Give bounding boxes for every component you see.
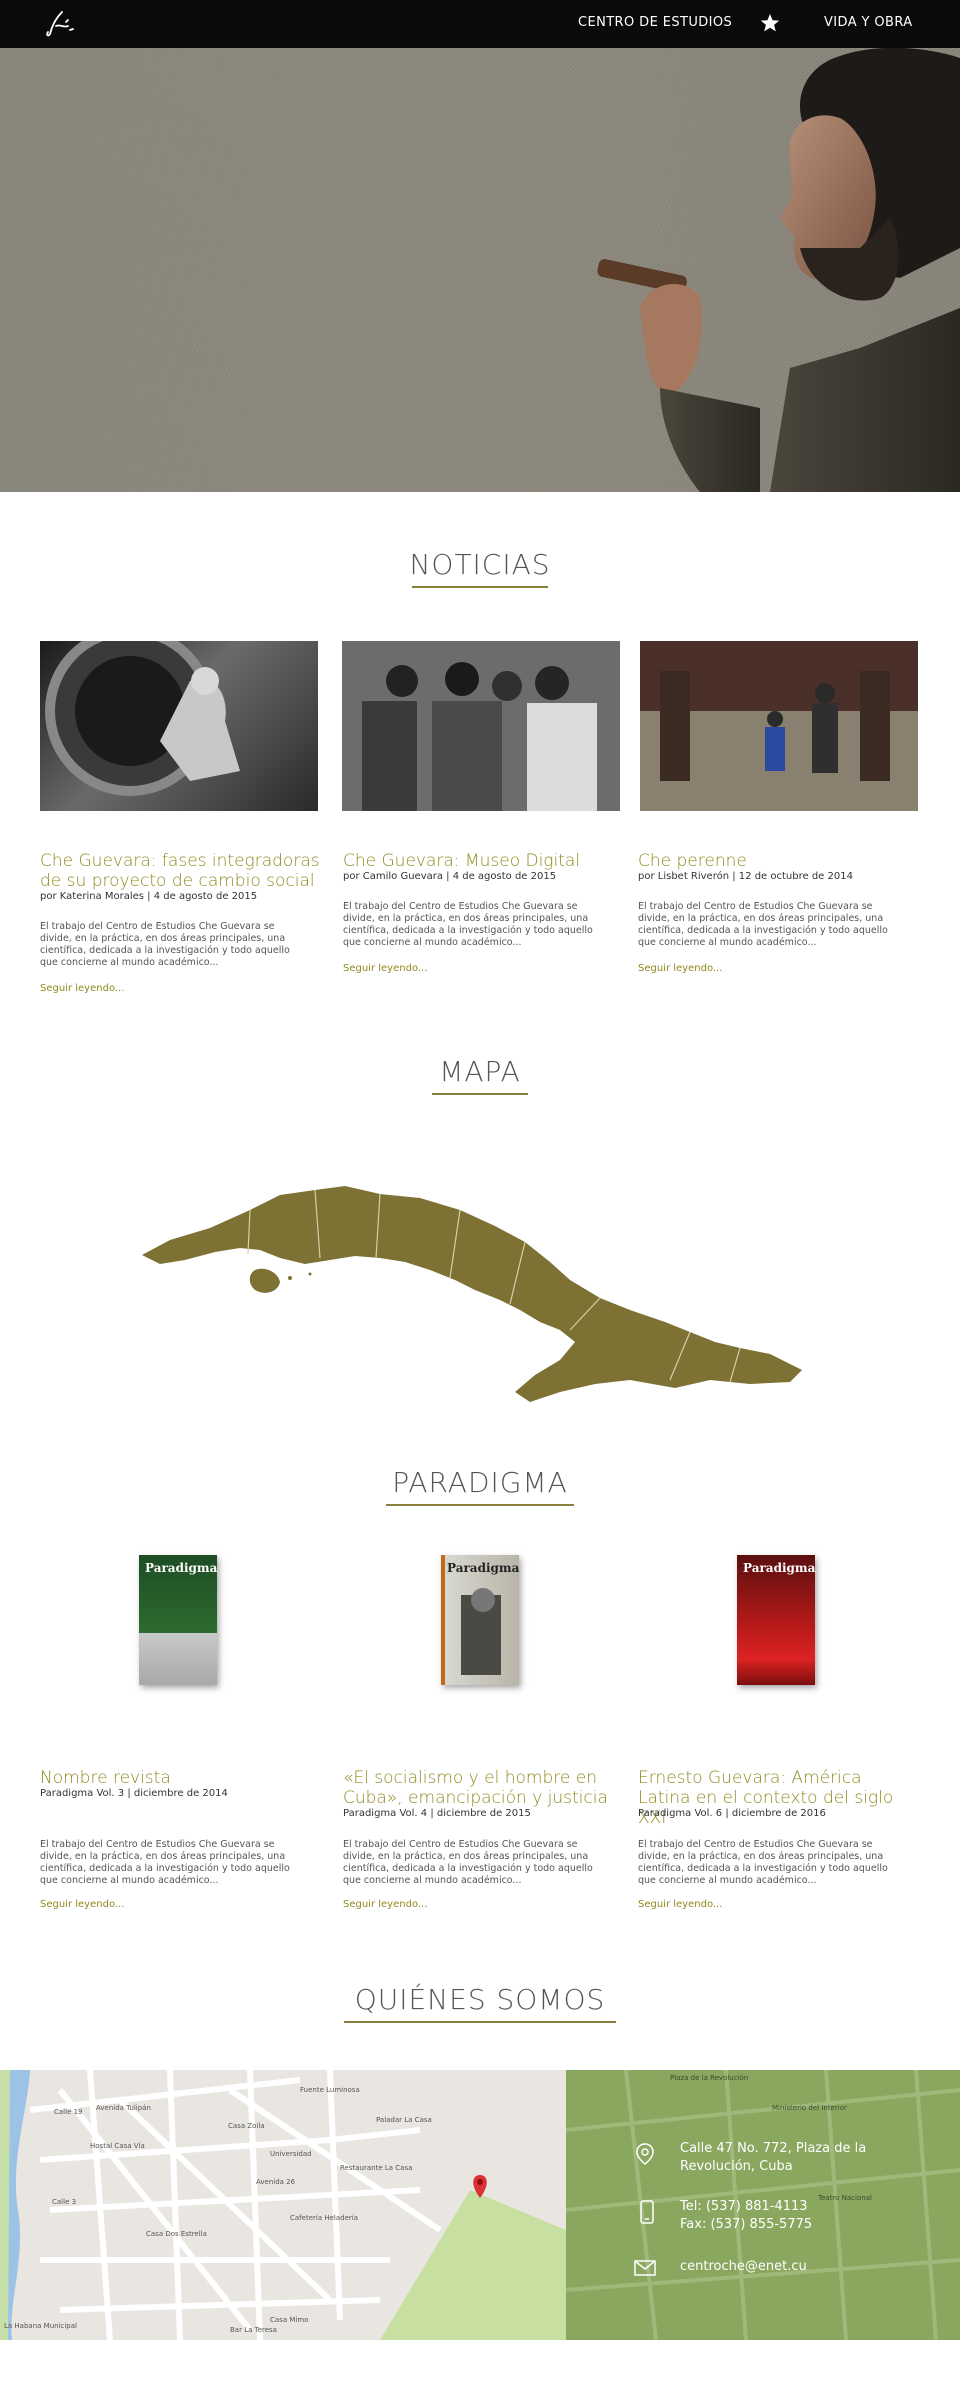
paradigma-title-2[interactable]: «El socialismo y el hombre en Cuba», ema… xyxy=(343,1768,623,1808)
paradigma-meta-3: Paradigma Vol. 6 | diciembre de 2016 xyxy=(638,1808,826,1819)
map-label: Universidad xyxy=(270,2150,312,2158)
news-image-2[interactable] xyxy=(342,641,620,811)
map-label: Avenida 26 xyxy=(256,2178,296,2186)
map-label: Casa Mimo xyxy=(270,2316,308,2324)
news-excerpt-1: El trabajo del Centro de Estudios Che Gu… xyxy=(40,921,290,968)
paradigma-meta-1: Paradigma Vol. 3 | diciembre de 2014 xyxy=(40,1788,228,1799)
paradigma-read-more-3[interactable]: Seguir leyendo... xyxy=(638,1899,722,1910)
paradigma-excerpt-3: El trabajo del Centro de Estudios Che Gu… xyxy=(638,1839,888,1886)
paradigma-meta-2: Paradigma Vol. 4 | diciembre de 2015 xyxy=(343,1808,531,1819)
star-icon xyxy=(760,14,780,32)
nav-link-centro[interactable]: CENTRO DE ESTUDIOS xyxy=(578,15,732,30)
map-label: Ministerio del Interior xyxy=(772,2104,847,2112)
map-label: Casa Zoila xyxy=(228,2122,265,2130)
mapa-title: MAPA xyxy=(439,1055,521,1088)
contact-address: Calle 47 No. 772, Plaza de la Revolución… xyxy=(680,2141,867,2174)
top-nav: CENTRO DE ESTUDIOS VIDA Y OBRA xyxy=(0,0,960,48)
news-image-3[interactable] xyxy=(640,641,918,811)
map-label: Bar La Teresa xyxy=(230,2326,277,2334)
paradigma-excerpt-1: El trabajo del Centro de Estudios Che Gu… xyxy=(40,1839,290,1886)
noticias-underline xyxy=(412,586,548,588)
map-label: Calle 3 xyxy=(52,2198,76,2206)
news-title-3[interactable]: Che perenne xyxy=(638,851,918,871)
news-meta-1: por Katerina Morales | 4 de agosto de 20… xyxy=(40,891,258,902)
news-excerpt-2: El trabajo del Centro de Estudios Che Gu… xyxy=(343,901,593,948)
magazine-cover-1[interactable]: Paradigma xyxy=(139,1555,217,1685)
map-label: Casa Dos Estrella xyxy=(146,2230,207,2238)
street-map[interactable]: Avenida Tulipán Casa Zoila Fuente Lumino… xyxy=(0,2070,566,2340)
location-pin-icon xyxy=(636,2143,654,2165)
hero-portrait xyxy=(597,48,960,492)
nav-link-vida-obra[interactable]: VIDA Y OBRA xyxy=(824,15,913,30)
news-excerpt-3: El trabajo del Centro de Estudios Che Gu… xyxy=(638,901,888,948)
map-label: Restaurante La Casa xyxy=(340,2164,412,2172)
map-label: Plaza de la Revolución xyxy=(670,2074,748,2082)
news-meta-2: por Camilo Guevara | 4 de agosto de 2015 xyxy=(343,871,557,882)
news-title-2[interactable]: Che Guevara: Museo Digital xyxy=(343,851,623,871)
contact-panel: Plaza de la Revolución Ministerio del In… xyxy=(566,2070,960,2340)
contact-fax: Fax: (537) 855-5775 xyxy=(680,2217,813,2232)
map-label: Avenida Tulipán xyxy=(96,2104,151,2112)
magazine-cover-label: Paradigma xyxy=(145,1561,218,1575)
magazine-cover-2[interactable]: Paradigma xyxy=(441,1555,519,1685)
quienes-title: QUIÉNES SOMOS xyxy=(354,1983,606,2016)
envelope-icon xyxy=(634,2260,656,2276)
hero-banner xyxy=(0,48,960,492)
contact-phone[interactable]: Tel: (537) 881-4113 xyxy=(680,2198,880,2216)
cuba-map[interactable] xyxy=(130,1170,830,1410)
map-label: Hostal Casa Vía xyxy=(90,2142,145,2150)
paradigma-underline xyxy=(386,1504,574,1506)
map-label: Calle 19 xyxy=(54,2108,83,2116)
paradigma-read-more-2[interactable]: Seguir leyendo... xyxy=(343,1899,427,1910)
news-read-more-3[interactable]: Seguir leyendo... xyxy=(638,963,722,974)
magazine-cover-label: Paradigma xyxy=(743,1561,816,1575)
noticias-title: NOTICIAS xyxy=(409,548,551,581)
mapa-underline xyxy=(432,1093,528,1095)
map-label: Fuente Luminosa xyxy=(300,2086,360,2094)
paradigma-title: PARADIGMA xyxy=(392,1466,568,1499)
quienes-underline xyxy=(344,2021,616,2023)
paradigma-title-3[interactable]: Ernesto Guevara: América Latina en el co… xyxy=(638,1768,918,1828)
news-meta-3: por Lisbet Riverón | 12 de octubre de 20… xyxy=(638,871,853,882)
map-label: Paladar La Casa xyxy=(376,2116,432,2124)
paradigma-excerpt-2: El trabajo del Centro de Estudios Che Gu… xyxy=(343,1839,593,1886)
phone-icon xyxy=(640,2200,654,2224)
news-image-1[interactable] xyxy=(40,641,318,811)
magazine-cover-3[interactable]: Paradigma xyxy=(737,1555,815,1685)
news-title-1[interactable]: Che Guevara: fases integradoras de su pr… xyxy=(40,851,320,891)
news-read-more-2[interactable]: Seguir leyendo... xyxy=(343,963,427,974)
paradigma-title-1[interactable]: Nombre revista xyxy=(40,1768,320,1788)
signature-logo-icon[interactable] xyxy=(42,8,78,40)
paradigma-read-more-1[interactable]: Seguir leyendo... xyxy=(40,1899,124,1910)
map-label: La Habana Municipal xyxy=(4,2322,77,2330)
map-label: Cafetería Heladería xyxy=(290,2214,358,2222)
news-read-more-1[interactable]: Seguir leyendo... xyxy=(40,983,124,994)
contact-email[interactable]: centroche@enet.cu xyxy=(680,2258,880,2276)
